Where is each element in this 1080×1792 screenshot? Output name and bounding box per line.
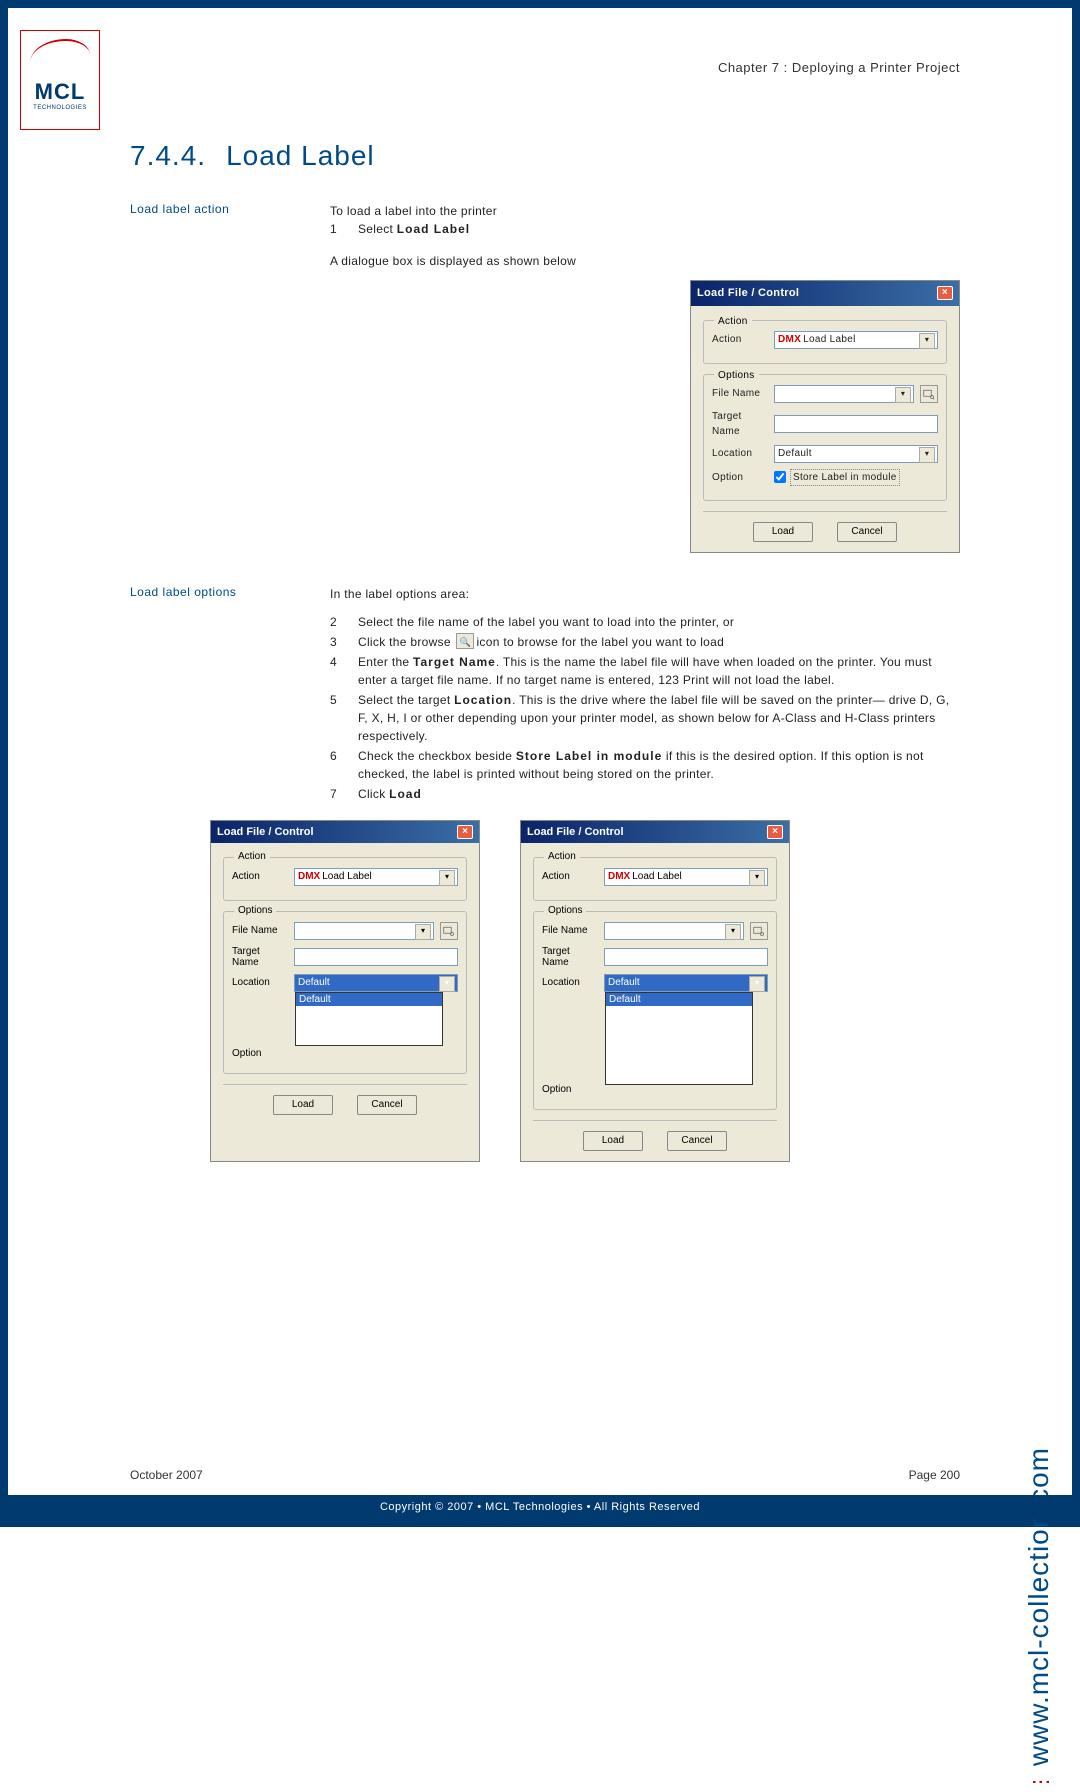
- dialog-titlebar: Load File / Control ×: [691, 281, 959, 306]
- load-label-action-label: Load label action: [130, 202, 330, 573]
- location-option[interactable]: (I) USB2: [606, 1058, 752, 1071]
- location-dropdown-open[interactable]: Default Default(D) RAM(G) Flash(X) ILPC: [294, 974, 458, 992]
- browse-icon[interactable]: [440, 922, 458, 940]
- option-label: Option: [712, 470, 768, 485]
- targetname-label: Target Name: [712, 409, 768, 439]
- filename-dropdown[interactable]: [774, 385, 914, 403]
- action-legend: Action: [714, 314, 752, 329]
- store-checkbox-label: Store Label in module: [790, 469, 900, 486]
- chapter-header: Chapter 7 : Deploying a Printer Project: [718, 60, 960, 75]
- filename-dropdown[interactable]: [294, 922, 434, 940]
- copyright-bar: Copyright © 2007 • MCL Technologies • Al…: [8, 1495, 1072, 1519]
- logo-curve-icon: [30, 39, 90, 79]
- page-border-bottom: [0, 1519, 1080, 1527]
- footer-page: Page 200: [909, 1468, 960, 1482]
- load-label-options-label: Load label options: [130, 585, 330, 805]
- load-file-dialog-1: Load File / Control × Action Action DMXL…: [690, 280, 960, 553]
- section-heading: 7.4.4. Load Label: [130, 140, 960, 172]
- page-border-right: [1072, 0, 1080, 1527]
- location-label: Location: [712, 446, 768, 461]
- location-dropdown[interactable]: Default: [774, 445, 938, 463]
- action-dropdown[interactable]: DMXLoad Label: [604, 868, 768, 886]
- close-icon[interactable]: ×: [457, 825, 473, 839]
- targetname-input[interactable]: [604, 948, 768, 966]
- section-title: Load Label: [226, 140, 375, 171]
- browse-icon[interactable]: [750, 922, 768, 940]
- location-list-b[interactable]: Default(D) RAM(G) Flash(F) SDIO(H) USB1(…: [605, 992, 753, 1085]
- action-label: Action: [712, 332, 768, 347]
- close-icon[interactable]: ×: [767, 825, 783, 839]
- load-file-dialog-a-class: Load File / Control× Action ActionDMXLoa…: [210, 820, 480, 1162]
- action-dropdown[interactable]: DMXLoad Label: [774, 331, 938, 349]
- step-4: 4Enter the Target Name. This is the name…: [330, 653, 960, 689]
- cancel-button[interactable]: Cancel: [357, 1095, 417, 1115]
- targetname-input[interactable]: [294, 948, 458, 966]
- cancel-button[interactable]: Cancel: [837, 522, 897, 542]
- store-checkbox-input[interactable]: [774, 471, 786, 483]
- action-dropdown[interactable]: DMXLoad Label: [294, 868, 458, 886]
- store-label-checkbox[interactable]: Store Label in module: [774, 469, 900, 486]
- step-1: 1 Select Load Label: [330, 220, 960, 238]
- load-action-intro: To load a label into the printer: [330, 202, 960, 220]
- step-7: 7Click Load: [330, 785, 960, 803]
- footer-date: October 2007: [130, 1468, 203, 1482]
- filename-dropdown[interactable]: [604, 922, 744, 940]
- location-option[interactable]: (F) SDIO: [606, 1032, 752, 1045]
- cancel-button[interactable]: Cancel: [667, 1131, 727, 1151]
- dialog-intro-text: A dialogue box is displayed as shown bel…: [330, 252, 960, 270]
- step-3: 3Click the browse icon to browse for the…: [330, 633, 960, 651]
- load-button[interactable]: Load: [583, 1131, 643, 1151]
- browse-icon-inline: [456, 633, 474, 649]
- dialog-title-text: Load File / Control: [697, 285, 799, 302]
- footer-meta: October 2007 Page 200: [130, 1468, 960, 1482]
- location-option[interactable]: (X) ILPC: [296, 1032, 442, 1045]
- load-button[interactable]: Load: [273, 1095, 333, 1115]
- browse-icon[interactable]: [920, 385, 938, 403]
- location-option[interactable]: (X) ILPC: [606, 1071, 752, 1084]
- location-list-a[interactable]: Default(D) RAM(G) Flash(X) ILPC: [295, 992, 443, 1046]
- location-option[interactable]: (G) Flash: [296, 1019, 442, 1032]
- section-number: 7.4.4.: [130, 140, 206, 171]
- step-6: 6Check the checkbox beside Store Label i…: [330, 747, 960, 783]
- load-file-dialog-h-class: Load File / Control× Action ActionDMXLoa…: [520, 820, 790, 1162]
- page-border-top: [0, 0, 1080, 8]
- page-border-left: [0, 0, 8, 1527]
- options-legend: Options: [714, 368, 759, 383]
- dots-icon: [1028, 1771, 1053, 1792]
- location-option[interactable]: (G) Flash: [606, 1019, 752, 1032]
- options-intro: In the label options area:: [330, 585, 960, 603]
- targetname-input[interactable]: [774, 415, 938, 433]
- load-button[interactable]: Load: [753, 522, 813, 542]
- location-option[interactable]: Default: [296, 993, 442, 1006]
- step-5: 5Select the target Location. This is the…: [330, 691, 960, 745]
- logo: MCL TECHNOLOGIES: [20, 30, 100, 130]
- location-option[interactable]: (H) USB1: [606, 1045, 752, 1058]
- location-dropdown-open[interactable]: Default Default(D) RAM(G) Flash(F) SDIO(…: [604, 974, 768, 992]
- action-group: Action Action DMXLoad Label: [703, 320, 947, 364]
- logo-subtext: TECHNOLOGIES: [25, 105, 95, 111]
- step-2: 2Select the file name of the label you w…: [330, 613, 960, 631]
- close-icon[interactable]: ×: [937, 286, 953, 300]
- logo-text: MCL: [25, 79, 95, 105]
- options-group: Options File Name Target Name: [703, 374, 947, 501]
- filename-label: File Name: [712, 386, 768, 401]
- location-option[interactable]: Default: [606, 993, 752, 1006]
- location-option[interactable]: (D) RAM: [296, 1006, 442, 1019]
- location-option[interactable]: (D) RAM: [606, 1006, 752, 1019]
